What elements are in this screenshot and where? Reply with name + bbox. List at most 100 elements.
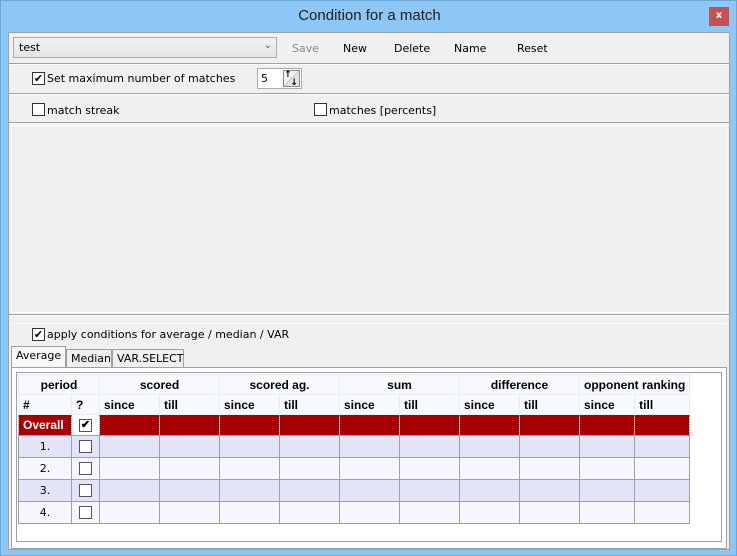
conditions-grid: period scored scored ag. sum difference …: [16, 372, 722, 542]
cell[interactable]: [634, 479, 691, 502]
cell[interactable]: [578, 479, 636, 502]
row-checkbox[interactable]: [79, 484, 92, 498]
cell[interactable]: [339, 501, 400, 524]
cell[interactable]: [399, 435, 460, 458]
row-checkbox[interactable]: [79, 440, 92, 454]
cell[interactable]: [634, 457, 691, 480]
header-period: period: [18, 374, 100, 395]
row-label: 3.: [18, 479, 72, 502]
cell[interactable]: [578, 457, 636, 480]
new-button[interactable]: New: [343, 42, 367, 55]
group-header-row: period scored scored ag. sum difference …: [18, 374, 691, 395]
header-scored-ag: scored ag.: [219, 374, 340, 395]
cell[interactable]: [159, 414, 220, 436]
matches-percents-label: matches [percents]: [329, 104, 437, 117]
max-matches-spinner[interactable]: 5 ↑ ↓: [257, 68, 302, 89]
cell[interactable]: [634, 435, 691, 458]
table-row-overall[interactable]: Overall ✔: [18, 414, 691, 436]
cell[interactable]: [459, 457, 520, 480]
cell[interactable]: [459, 501, 520, 524]
row-checkbox-cell[interactable]: [71, 501, 100, 524]
delete-button[interactable]: Delete: [394, 42, 430, 55]
cell[interactable]: [219, 457, 280, 480]
cell[interactable]: [634, 414, 691, 436]
apply-conditions-label: apply conditions for average / median / …: [47, 328, 290, 341]
cell[interactable]: [399, 457, 460, 480]
window-title: Condition for a match: [298, 7, 441, 24]
row-label: 2.: [18, 457, 72, 480]
cell[interactable]: [99, 479, 160, 502]
row-checkbox[interactable]: ✔: [79, 419, 92, 433]
cell[interactable]: [578, 414, 636, 436]
cell[interactable]: [159, 501, 220, 524]
cell[interactable]: [159, 435, 220, 458]
cell[interactable]: [399, 414, 460, 436]
cell[interactable]: [519, 435, 580, 458]
cell[interactable]: [634, 501, 691, 524]
cell[interactable]: [459, 414, 520, 436]
header-since: since: [339, 394, 400, 415]
table-row[interactable]: 4.: [18, 501, 691, 524]
cell[interactable]: [339, 479, 400, 502]
cell[interactable]: [99, 501, 160, 524]
tab-median[interactable]: Median: [66, 349, 112, 368]
header-till: till: [159, 394, 220, 415]
header-till: till: [399, 394, 460, 415]
row-checkbox-cell[interactable]: ✔: [71, 414, 100, 436]
row-checkbox-cell[interactable]: [71, 457, 100, 480]
cell[interactable]: [339, 457, 400, 480]
cell[interactable]: [339, 435, 400, 458]
header-question: ?: [71, 394, 100, 415]
conditions-panel: [11, 125, 727, 313]
table-row[interactable]: 1.: [18, 435, 691, 458]
tab-average[interactable]: Average: [11, 346, 66, 368]
profile-value: test: [19, 41, 41, 54]
cell[interactable]: [279, 457, 340, 480]
max-matches-checkbox[interactable]: ✔: [32, 72, 45, 85]
cell[interactable]: [519, 501, 580, 524]
row-checkbox[interactable]: [79, 462, 92, 476]
name-button[interactable]: Name: [454, 42, 486, 55]
title-bar[interactable]: Condition for a match x: [1, 1, 737, 32]
cell[interactable]: [219, 435, 280, 458]
cell[interactable]: [519, 457, 580, 480]
cell[interactable]: [279, 479, 340, 502]
cell[interactable]: [219, 479, 280, 502]
reset-button[interactable]: Reset: [517, 42, 548, 55]
tab-var-select[interactable]: VAR.SELECT: [112, 349, 184, 368]
row-checkbox-cell[interactable]: [71, 435, 100, 458]
cell[interactable]: [219, 414, 280, 436]
cell[interactable]: [279, 435, 340, 458]
cell[interactable]: [459, 479, 520, 502]
cell[interactable]: [159, 479, 220, 502]
table-row[interactable]: 2.: [18, 457, 691, 480]
profile-dropdown[interactable]: test ⌄: [13, 37, 277, 58]
row-checkbox-cell[interactable]: [71, 479, 100, 502]
cell[interactable]: [219, 501, 280, 524]
divider: [9, 93, 729, 95]
table-row[interactable]: 3.: [18, 479, 691, 502]
spin-arrows-icon[interactable]: ↑ ↓: [283, 70, 300, 88]
cell[interactable]: [519, 414, 580, 436]
apply-conditions-checkbox[interactable]: ✔: [32, 328, 45, 341]
cell[interactable]: [578, 435, 636, 458]
cell[interactable]: [339, 414, 400, 436]
header-opponent-ranking: opponent ranking: [578, 374, 691, 395]
header-since: since: [578, 394, 636, 415]
save-button[interactable]: Save: [292, 42, 319, 55]
cell[interactable]: [519, 479, 580, 502]
cell[interactable]: [99, 414, 160, 436]
matches-percents-checkbox[interactable]: [314, 103, 327, 116]
cell[interactable]: [99, 457, 160, 480]
close-button[interactable]: x: [709, 7, 729, 26]
row-checkbox[interactable]: [79, 506, 92, 520]
cell[interactable]: [159, 457, 220, 480]
cell[interactable]: [578, 501, 636, 524]
cell[interactable]: [279, 414, 340, 436]
cell[interactable]: [99, 435, 160, 458]
cell[interactable]: [459, 435, 520, 458]
cell[interactable]: [399, 501, 460, 524]
cell[interactable]: [399, 479, 460, 502]
match-streak-checkbox[interactable]: [32, 103, 45, 116]
cell[interactable]: [279, 501, 340, 524]
